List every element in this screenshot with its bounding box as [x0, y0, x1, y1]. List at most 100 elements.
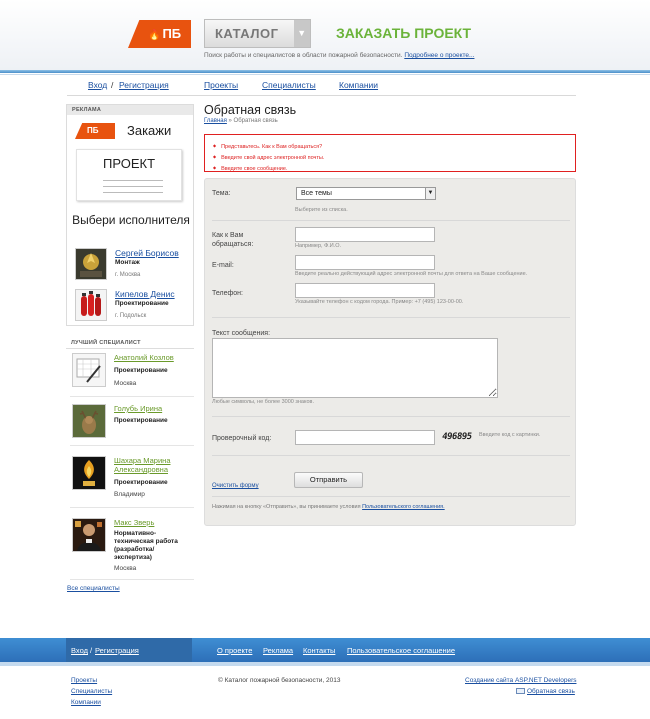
- breadcrumb-home-link[interactable]: Главная: [204, 118, 227, 124]
- about-project-link[interactable]: Подробнее о проекте...: [404, 52, 474, 59]
- divider: [212, 317, 570, 318]
- divider: [212, 455, 570, 456]
- site-tagline: Поиск работы и специалистов в области по…: [204, 52, 474, 59]
- footer-feedback[interactable]: Обратная связь: [516, 688, 575, 695]
- captcha-input[interactable]: [295, 430, 435, 445]
- ad-block[interactable]: РЕКЛАМА ПБ Закажи ПРОЕКТ Выбери исполнит…: [66, 104, 194, 326]
- error-message: Введите свое сообщение.: [213, 163, 575, 174]
- footer-feedback-link[interactable]: Обратная связь: [527, 688, 575, 695]
- ad-person-role: Монтаж: [115, 259, 140, 266]
- nav-projects-link[interactable]: Проекты: [204, 80, 238, 90]
- specialist-card[interactable]: Голубь Ирина Проектирование: [70, 404, 194, 446]
- divider: [70, 579, 194, 580]
- footer-about-link[interactable]: О проекте: [217, 646, 252, 655]
- footer-projects-link[interactable]: Проекты: [71, 677, 97, 684]
- footer-bar: Вход / Регистрация О проекте Реклама Кон…: [0, 638, 650, 662]
- nav-specialists-link[interactable]: Специалисты: [262, 80, 316, 90]
- topic-select-value: Все темы: [301, 190, 332, 197]
- submit-button[interactable]: Отправить: [294, 472, 363, 488]
- footer-companies-link[interactable]: Компании: [71, 699, 101, 706]
- specialist-city: Владимир: [114, 491, 145, 498]
- ad-person-city: г. Москва: [115, 272, 141, 278]
- email-input[interactable]: [295, 255, 435, 270]
- name-hint: Например, Ф.И.О.: [295, 243, 342, 249]
- divider: [70, 507, 194, 508]
- divider: [212, 496, 570, 497]
- flame-icon: 🔥: [148, 30, 161, 41]
- ad-project-card: ПРОЕКТ: [76, 149, 182, 201]
- chevron-down-icon: ▼: [294, 20, 310, 47]
- header-divider-light: [0, 74, 650, 75]
- specialist-card[interactable]: Макс Зверь Нормативно-техническая работа…: [70, 518, 194, 580]
- ad-card-title: ПРОЕКТ: [102, 156, 156, 171]
- topic-hint: Выберите из списка.: [295, 207, 348, 213]
- error-message: Введите свой адрес электронной почты.: [213, 152, 575, 163]
- topic-select[interactable]: Все темы ▼: [296, 187, 436, 200]
- message-textarea[interactable]: [212, 338, 498, 398]
- best-specialists: ЛУЧШИЙ СПЕЦИАЛИСТ: [66, 340, 194, 349]
- specialist-name[interactable]: Макс Зверь: [114, 518, 154, 527]
- all-specialists-link[interactable]: Все специалисты: [67, 585, 120, 592]
- message-hint: Любые символы, не более 3000 знаков.: [212, 399, 314, 405]
- avatar: [72, 353, 106, 387]
- captcha-hint: Введите код с картинки.: [479, 432, 541, 438]
- footer-divider: [0, 662, 650, 666]
- avatar: [75, 289, 107, 321]
- card-line: [103, 186, 163, 187]
- developer-link[interactable]: Создание сайта ASP.NET Developers: [465, 677, 576, 684]
- logo-text: ПБ: [162, 26, 182, 41]
- catalog-dropdown[interactable]: КАТАЛОГ ▼: [204, 19, 311, 48]
- divider: [212, 416, 570, 417]
- ad-person-name[interactable]: Сергей Борисов: [115, 248, 179, 258]
- specialist-card[interactable]: Анатолий Козлов Проектирование Москва: [70, 353, 194, 397]
- nav-register-link[interactable]: Регистрация: [119, 80, 169, 90]
- divider: [70, 396, 194, 397]
- best-specialists-heading: ЛУЧШИЙ СПЕЦИАЛИСТ: [66, 340, 194, 349]
- agreement-link[interactable]: Пользовательского соглашения.: [362, 504, 445, 510]
- agreement-text: Нажимая на кнопку «Отправить», вы приним…: [212, 504, 361, 510]
- footer-register-link[interactable]: Регистрация: [95, 646, 139, 655]
- copyright: © Каталог пожарной безопасности, 2013: [218, 677, 341, 684]
- specialist-city: Москва: [114, 565, 137, 572]
- nav-companies-link[interactable]: Компании: [339, 80, 378, 90]
- breadcrumb-current: Обратная связь: [233, 118, 278, 124]
- footer-contacts-link[interactable]: Контакты: [303, 646, 335, 655]
- ad-logo: ПБ: [75, 123, 115, 139]
- specialist-card[interactable]: Шахара Марина Александровна Проектирован…: [70, 456, 194, 508]
- avatar: [72, 456, 106, 490]
- nav-login-link[interactable]: Вход: [88, 80, 107, 90]
- main-nav: Вход / Регистрация Проекты Специалисты К…: [0, 80, 650, 96]
- ad-person[interactable]: Кипелов Денис Проектирование г. Подольск: [75, 289, 191, 321]
- card-line: [103, 192, 163, 193]
- avatar: [75, 248, 107, 280]
- message-label: Текст сообщения:: [212, 330, 271, 337]
- ad-person-name[interactable]: Кипелов Денис: [115, 289, 175, 299]
- footer-separator: /: [90, 646, 93, 655]
- footer-auth-panel: Вход / Регистрация: [66, 638, 192, 662]
- site-logo[interactable]: 🔥 ПБ: [128, 20, 191, 48]
- footer-agreement-link[interactable]: Пользовательское соглашение: [347, 646, 455, 655]
- name-input[interactable]: [295, 227, 435, 242]
- specialist-role: Проектирование: [114, 479, 168, 486]
- error-message: Представьтесь. Как к Вам обращаться?: [213, 141, 575, 152]
- specialist-name[interactable]: Голубь Ирина: [114, 404, 162, 413]
- specialist-city: Москва: [114, 380, 137, 387]
- ad-person-city: г. Подольск: [115, 313, 147, 319]
- breadcrumb: Главная » Обратная связь: [204, 118, 278, 124]
- breadcrumb-separator: »: [228, 118, 232, 124]
- ad-person[interactable]: Сергей Борисов Монтаж г. Москва: [75, 248, 191, 280]
- footer-specialists-link[interactable]: Специалисты: [71, 688, 112, 695]
- footer-advert-link[interactable]: Реклама: [263, 646, 293, 655]
- site-header: 🔥 ПБ КАТАЛОГ ▼ ЗАКАЗАТЬ ПРОЕКТ Поиск работ…: [0, 0, 650, 70]
- agreement-note: Нажимая на кнопку «Отправить», вы приним…: [212, 504, 445, 510]
- captcha-label: Проверочный код:: [212, 435, 272, 442]
- phone-input[interactable]: [295, 283, 435, 298]
- avatar: [72, 518, 106, 552]
- order-project-link[interactable]: ЗАКАЗАТЬ ПРОЕКТ: [336, 25, 471, 41]
- clear-form-link[interactable]: Очистить форму: [212, 483, 259, 489]
- specialist-name[interactable]: Анатолий Козлов: [114, 353, 174, 362]
- footer-login-link[interactable]: Вход: [71, 646, 88, 655]
- captcha-image: 496895: [441, 432, 473, 442]
- name-label: Как к Вам обращаться:: [212, 232, 254, 248]
- specialist-name[interactable]: Шахара Марина Александровна: [114, 456, 194, 474]
